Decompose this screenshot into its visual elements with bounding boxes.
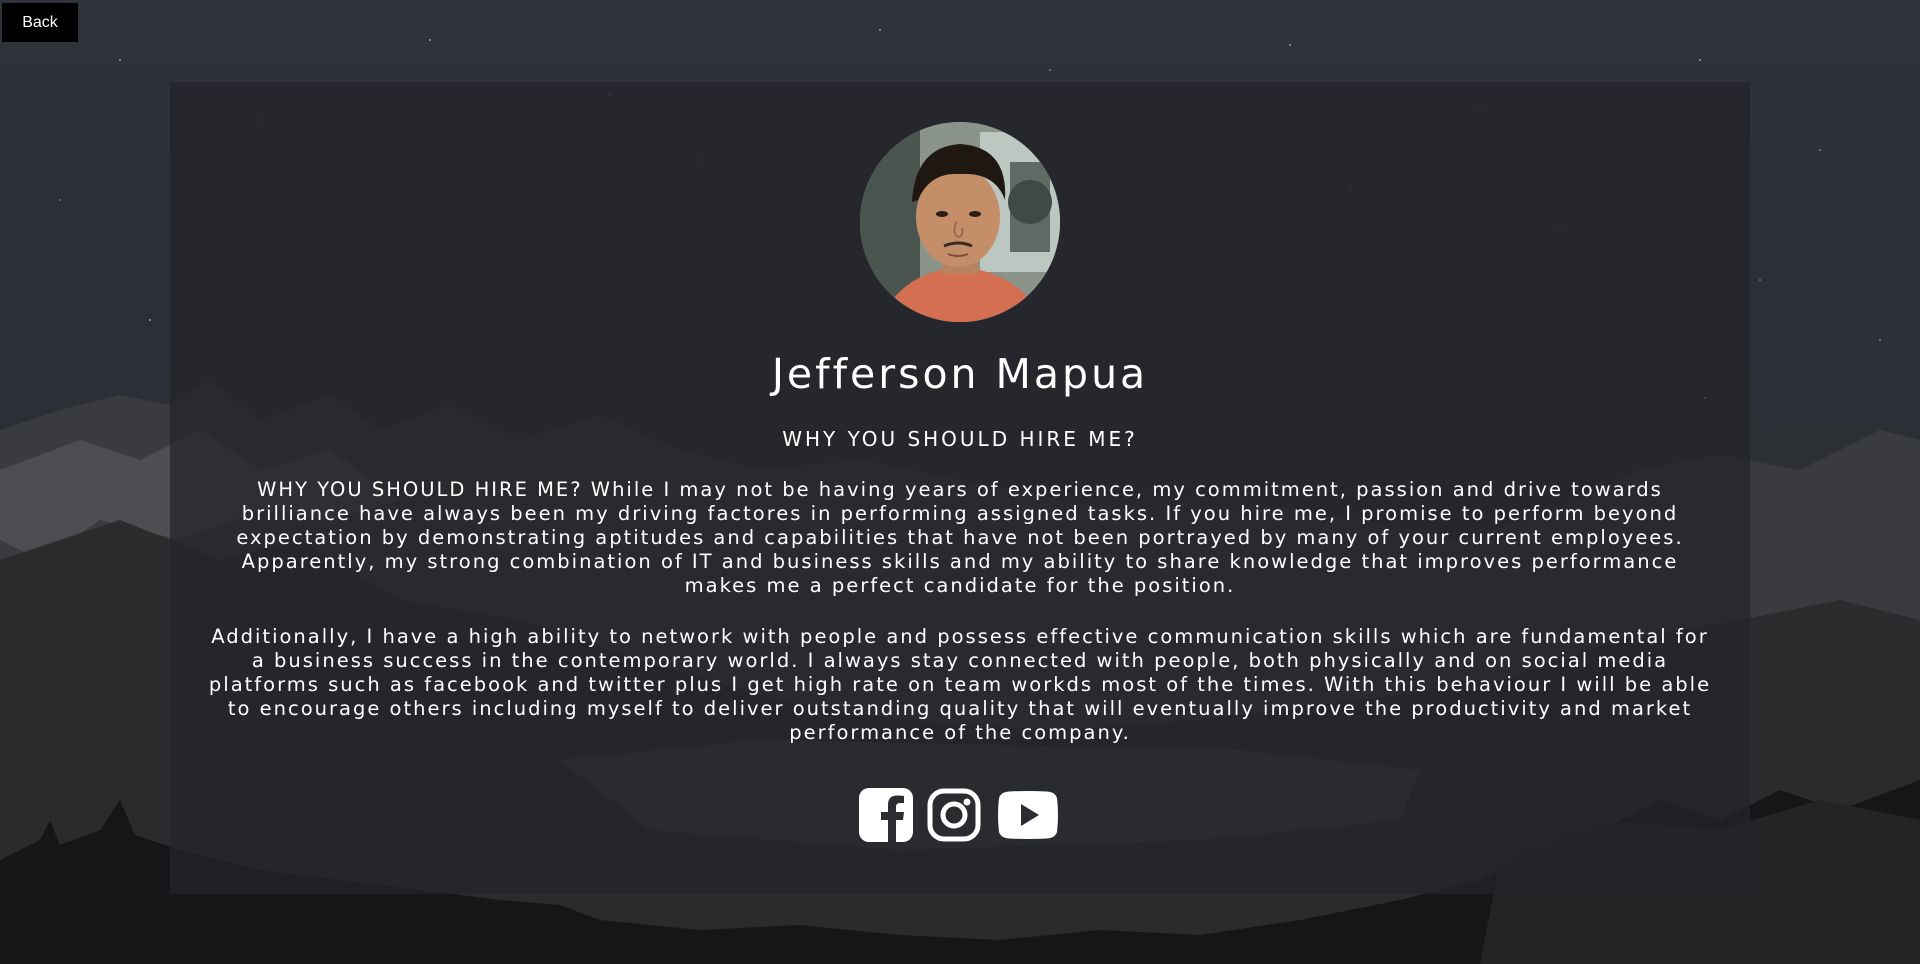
bio-paragraph-1: WHY YOU SHOULD HIRE ME? While I may not … [236, 478, 1684, 597]
profile-card: Jefferson Mapua WHY YOU SHOULD HIRE ME? … [170, 82, 1750, 894]
profile-subtitle: WHY YOU SHOULD HIRE ME? [782, 427, 1138, 451]
profile-name: Jefferson Mapua [771, 350, 1149, 398]
youtube-icon [998, 791, 1058, 839]
instagram-icon [927, 788, 981, 842]
back-button[interactable]: Back [2, 3, 78, 42]
instagram-link[interactable] [927, 788, 981, 846]
bio-paragraph-2: Additionally, I have a high ability to n… [208, 625, 1712, 744]
social-links [170, 788, 1750, 846]
profile-avatar [860, 122, 1060, 322]
facebook-icon [859, 788, 913, 842]
youtube-link[interactable] [995, 788, 1061, 846]
facebook-link[interactable] [859, 788, 913, 846]
